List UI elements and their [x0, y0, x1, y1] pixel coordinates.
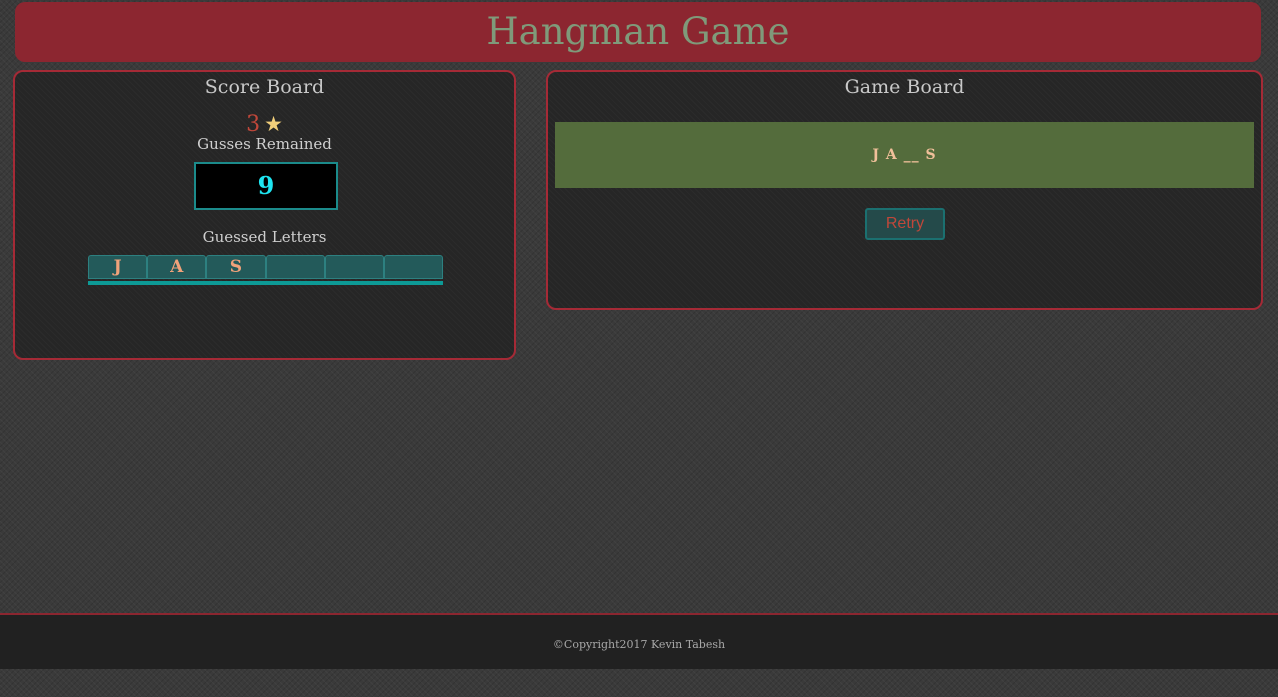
guesses-remaining-value: 9: [194, 162, 338, 210]
guessed-letter-cell: [324, 255, 384, 279]
guessed-letter-cell: A: [147, 255, 207, 279]
guessed-letter-cell: S: [206, 255, 266, 279]
guessed-letter-cell: J: [88, 255, 148, 279]
page-title: Hangman Game: [486, 10, 790, 53]
game-board-panel: Game Board J A __ S Retry: [546, 70, 1263, 310]
score-row: 3 ★: [15, 112, 514, 137]
guessed-letter-cell: [265, 255, 325, 279]
star-icon: ★: [264, 112, 283, 136]
guessed-letters-row: J A S: [88, 255, 444, 285]
guessed-letter-cell: [383, 255, 444, 279]
score-board-title: Score Board: [204, 76, 325, 98]
copyright-text: ©Copyright2017 Kevin Tabesh: [552, 638, 726, 651]
score-board-panel: Score Board 3 ★ Gusses Remained 9 Guessed…: [13, 70, 516, 360]
guesses-remaining-label: Gusses Remained: [197, 135, 332, 153]
word-display: J A __ S: [555, 122, 1254, 188]
header-banner: Hangman Game: [15, 2, 1261, 62]
game-board-title: Game Board: [844, 76, 965, 98]
score-value: 3: [246, 112, 261, 137]
guessed-letters-label: Guessed Letters: [202, 228, 327, 246]
retry-button[interactable]: Retry: [865, 208, 945, 240]
footer: ©Copyright2017 Kevin Tabesh: [0, 613, 1278, 669]
